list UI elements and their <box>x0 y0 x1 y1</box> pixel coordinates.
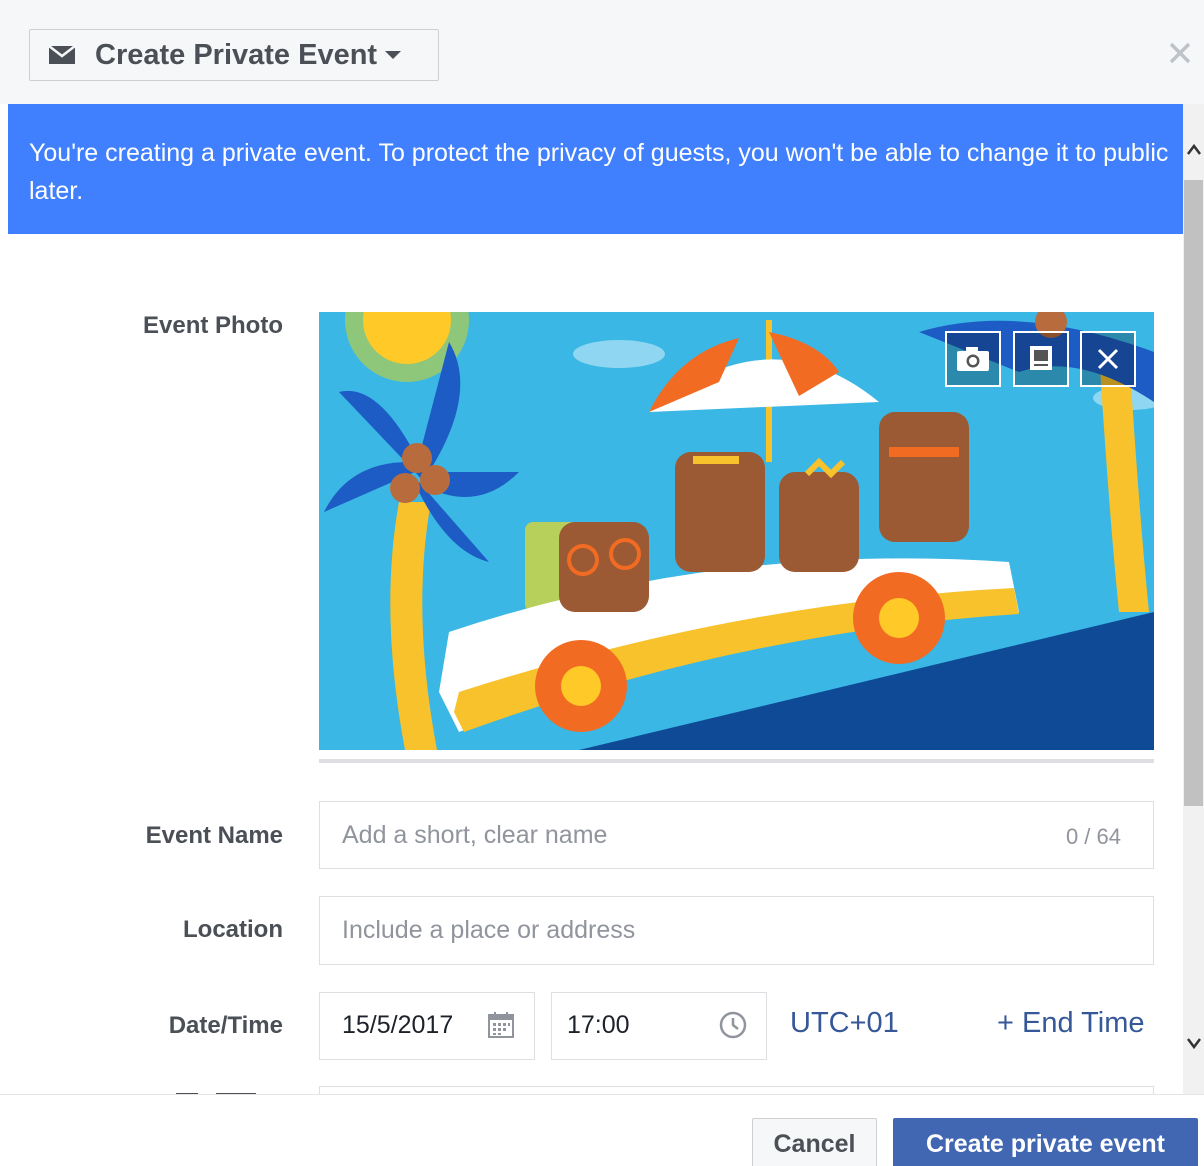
date-picker[interactable]: 15/5/2017 <box>319 992 535 1060</box>
event-name-field[interactable]: 0 / 64 <box>319 801 1154 869</box>
add-end-time-link[interactable]: + End Time <box>997 1007 1145 1040</box>
create-private-event-button[interactable]: Create private event <box>893 1118 1198 1166</box>
close-icon[interactable] <box>1165 38 1195 68</box>
camera-icon[interactable] <box>945 331 1001 387</box>
remove-icon[interactable] <box>1080 331 1136 387</box>
scroll-up-icon[interactable] <box>1183 134 1204 164</box>
envelope-icon <box>48 45 76 65</box>
event-name-label: Event Name <box>145 822 283 849</box>
cancel-button[interactable]: Cancel <box>752 1118 877 1166</box>
scroll-thumb[interactable] <box>1184 180 1203 806</box>
location-label: Location <box>183 916 283 943</box>
datetime-label: Date/Time <box>168 1012 283 1039</box>
location-input[interactable] <box>342 897 1009 964</box>
scroll-down-icon[interactable] <box>1183 1029 1204 1059</box>
clock-icon <box>718 1010 748 1040</box>
privacy-banner: You're creating a private event. To prot… <box>8 104 1183 234</box>
description-label-partial <box>140 1086 285 1094</box>
name-char-counter: 0 / 64 <box>1065 824 1121 849</box>
location-field[interactable] <box>319 896 1154 965</box>
dialog-scrollbar[interactable] <box>1183 104 1204 1094</box>
event-photo-label: Event Photo <box>142 312 283 339</box>
event-type-dropdown[interactable]: Create Private Event <box>29 29 439 81</box>
chevron-down-icon <box>385 51 402 59</box>
dialog-header: Create Private Event <box>0 0 1204 104</box>
calendar-icon <box>486 1010 516 1040</box>
event-type-label: Create Private Event <box>95 38 378 71</box>
theme-icon[interactable] <box>1013 331 1069 387</box>
date-value: 15/5/2017 <box>342 1011 454 1039</box>
description-field-partial[interactable] <box>319 1086 1154 1094</box>
time-value: 17:00 <box>567 1011 630 1039</box>
time-picker[interactable]: 17:00 <box>551 992 767 1060</box>
photo-divider <box>319 759 1154 763</box>
timezone-link[interactable]: UTC+01 <box>790 1007 899 1040</box>
event-name-input[interactable] <box>342 802 1009 868</box>
privacy-banner-text: You're creating a private event. To prot… <box>29 139 1169 205</box>
